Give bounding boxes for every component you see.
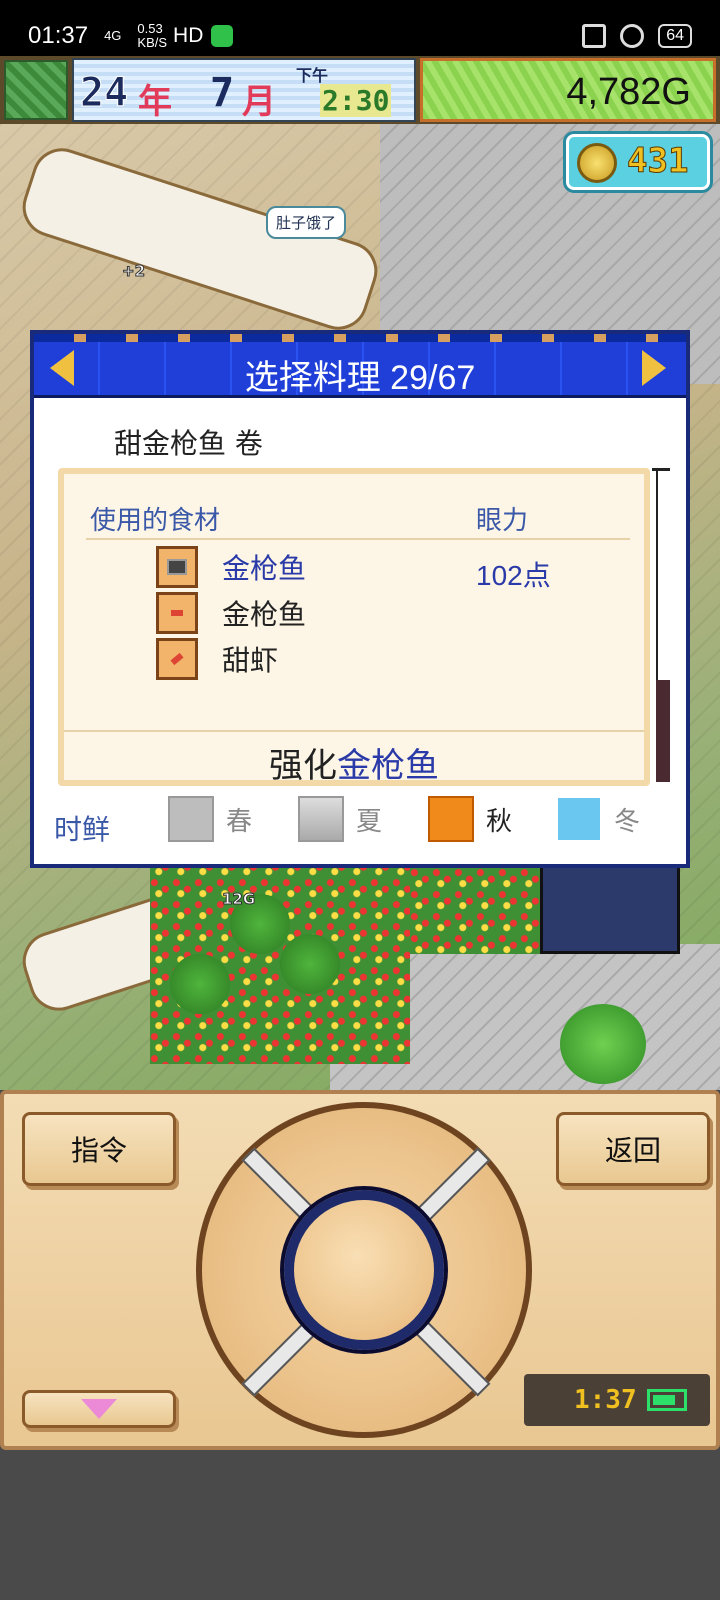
- directional-pad[interactable]: [196, 1102, 532, 1438]
- game-month: 7: [210, 70, 235, 116]
- tuna-can-icon: [156, 546, 198, 588]
- game-clock: 2:30: [320, 84, 392, 117]
- game-year: 24: [79, 70, 129, 117]
- next-dish-arrow-icon[interactable]: [642, 350, 666, 386]
- season-summer: 夏: [298, 794, 382, 844]
- controller-panel: 指令 返回 1:37: [0, 1090, 720, 1450]
- scrollbar-thumb[interactable]: [656, 680, 670, 782]
- money-tip: 12G: [221, 890, 256, 909]
- flower-icon: [168, 796, 214, 842]
- tuna-slice-icon: [156, 592, 198, 634]
- stat-header: 眼力: [476, 506, 529, 536]
- ingredient-label: 甜虾: [222, 644, 279, 677]
- network-speed: 0.53 KB/S: [137, 21, 168, 50]
- year-unit: 年: [138, 82, 172, 122]
- status-time: 01:37: [28, 22, 89, 49]
- network-indicator: 4G: [104, 28, 122, 43]
- pine-emblem-icon[interactable]: [4, 60, 68, 120]
- season-label: 时鲜: [54, 813, 111, 846]
- ingredients-header: 使用的食材: [90, 506, 221, 536]
- battery-indicator: 64: [658, 24, 692, 48]
- ingredient-row: 甜虾: [156, 636, 278, 682]
- game-date: 24 年 7 月 下午 2:30: [72, 58, 416, 122]
- season-name: 春: [226, 806, 253, 837]
- ampm-label: 下午: [296, 66, 329, 85]
- ingredient-panel: 使用的食材 眼力 金枪鱼 金枪鱼 甜虾 102点 强化金枪鱼: [58, 468, 650, 786]
- money-value: 4,782G: [566, 71, 691, 113]
- stat-value: 102点: [476, 560, 551, 591]
- battery-icon: [646, 1389, 687, 1411]
- hd-indicator: HD: [173, 24, 204, 47]
- command-button[interactable]: 指令: [22, 1112, 176, 1186]
- dialog-header: 选择料理 29/67: [34, 334, 686, 398]
- season-name: 秋: [486, 806, 513, 837]
- ingredient-row: 金枪鱼: [156, 544, 306, 590]
- season-spring: 春: [168, 794, 252, 844]
- coin-counter: 431: [566, 134, 710, 190]
- divider: [86, 538, 630, 540]
- season-row: 时鲜 春 夏 秋 冬: [34, 794, 686, 854]
- gold-coin-icon: [577, 143, 617, 183]
- round-bush: [560, 1004, 646, 1084]
- bottom-empty-area: [0, 1450, 720, 1600]
- money-display: 4,782G: [420, 58, 716, 122]
- season-winter: 冬: [556, 794, 640, 844]
- customer-speech-bubble: 肚子饿了: [266, 206, 347, 239]
- device-clock-time: 1:37: [574, 1385, 637, 1415]
- palm-tree: [280, 934, 340, 994]
- device-clock: 1:37: [524, 1374, 710, 1426]
- shrimp-icon: [156, 638, 198, 680]
- coin-value: 431: [626, 141, 689, 182]
- dish-name: 甜金枪鱼 卷: [114, 427, 263, 460]
- enhance-line: 强化金枪鱼: [64, 738, 644, 787]
- select-dish-dialog: 选择料理 29/67 甜金枪鱼 卷 使用的食材 眼力 金枪鱼 金枪鱼 甜虾 10…: [30, 330, 690, 868]
- season-autumn: 秋: [428, 794, 512, 844]
- alarm-icon: [620, 24, 645, 48]
- snowflake-icon: [556, 796, 602, 842]
- ingredient-row: 金枪鱼: [156, 590, 306, 636]
- dialog-title: 选择料理 29/67: [244, 359, 476, 397]
- month-unit: 月: [242, 82, 276, 122]
- page-down-button[interactable]: [22, 1390, 176, 1428]
- wave-icon: [298, 796, 344, 842]
- shop-building: [540, 864, 680, 954]
- popularity-tip: +2: [121, 262, 146, 281]
- ingredient-label: 金枪鱼: [222, 552, 307, 585]
- maple-leaf-icon: [428, 796, 474, 842]
- season-name: 夏: [356, 806, 383, 837]
- palm-tree: [170, 954, 230, 1014]
- enhance-prefix: 强化: [269, 746, 337, 786]
- game-hud: 24 年 7 月 下午 2:30 4,782G: [0, 56, 720, 124]
- confirm-button[interactable]: [284, 1190, 444, 1350]
- divider: [64, 730, 644, 732]
- enhance-target: 金枪鱼: [337, 746, 439, 786]
- back-button[interactable]: 返回: [556, 1112, 710, 1186]
- season-name: 冬: [614, 806, 641, 837]
- triangle-down-icon: [81, 1399, 117, 1419]
- sushi-counter: [14, 140, 386, 338]
- vibrate-mute-icon: [582, 24, 607, 48]
- wechat-notification-icon: [211, 25, 234, 47]
- ingredient-label: 金枪鱼: [222, 598, 307, 631]
